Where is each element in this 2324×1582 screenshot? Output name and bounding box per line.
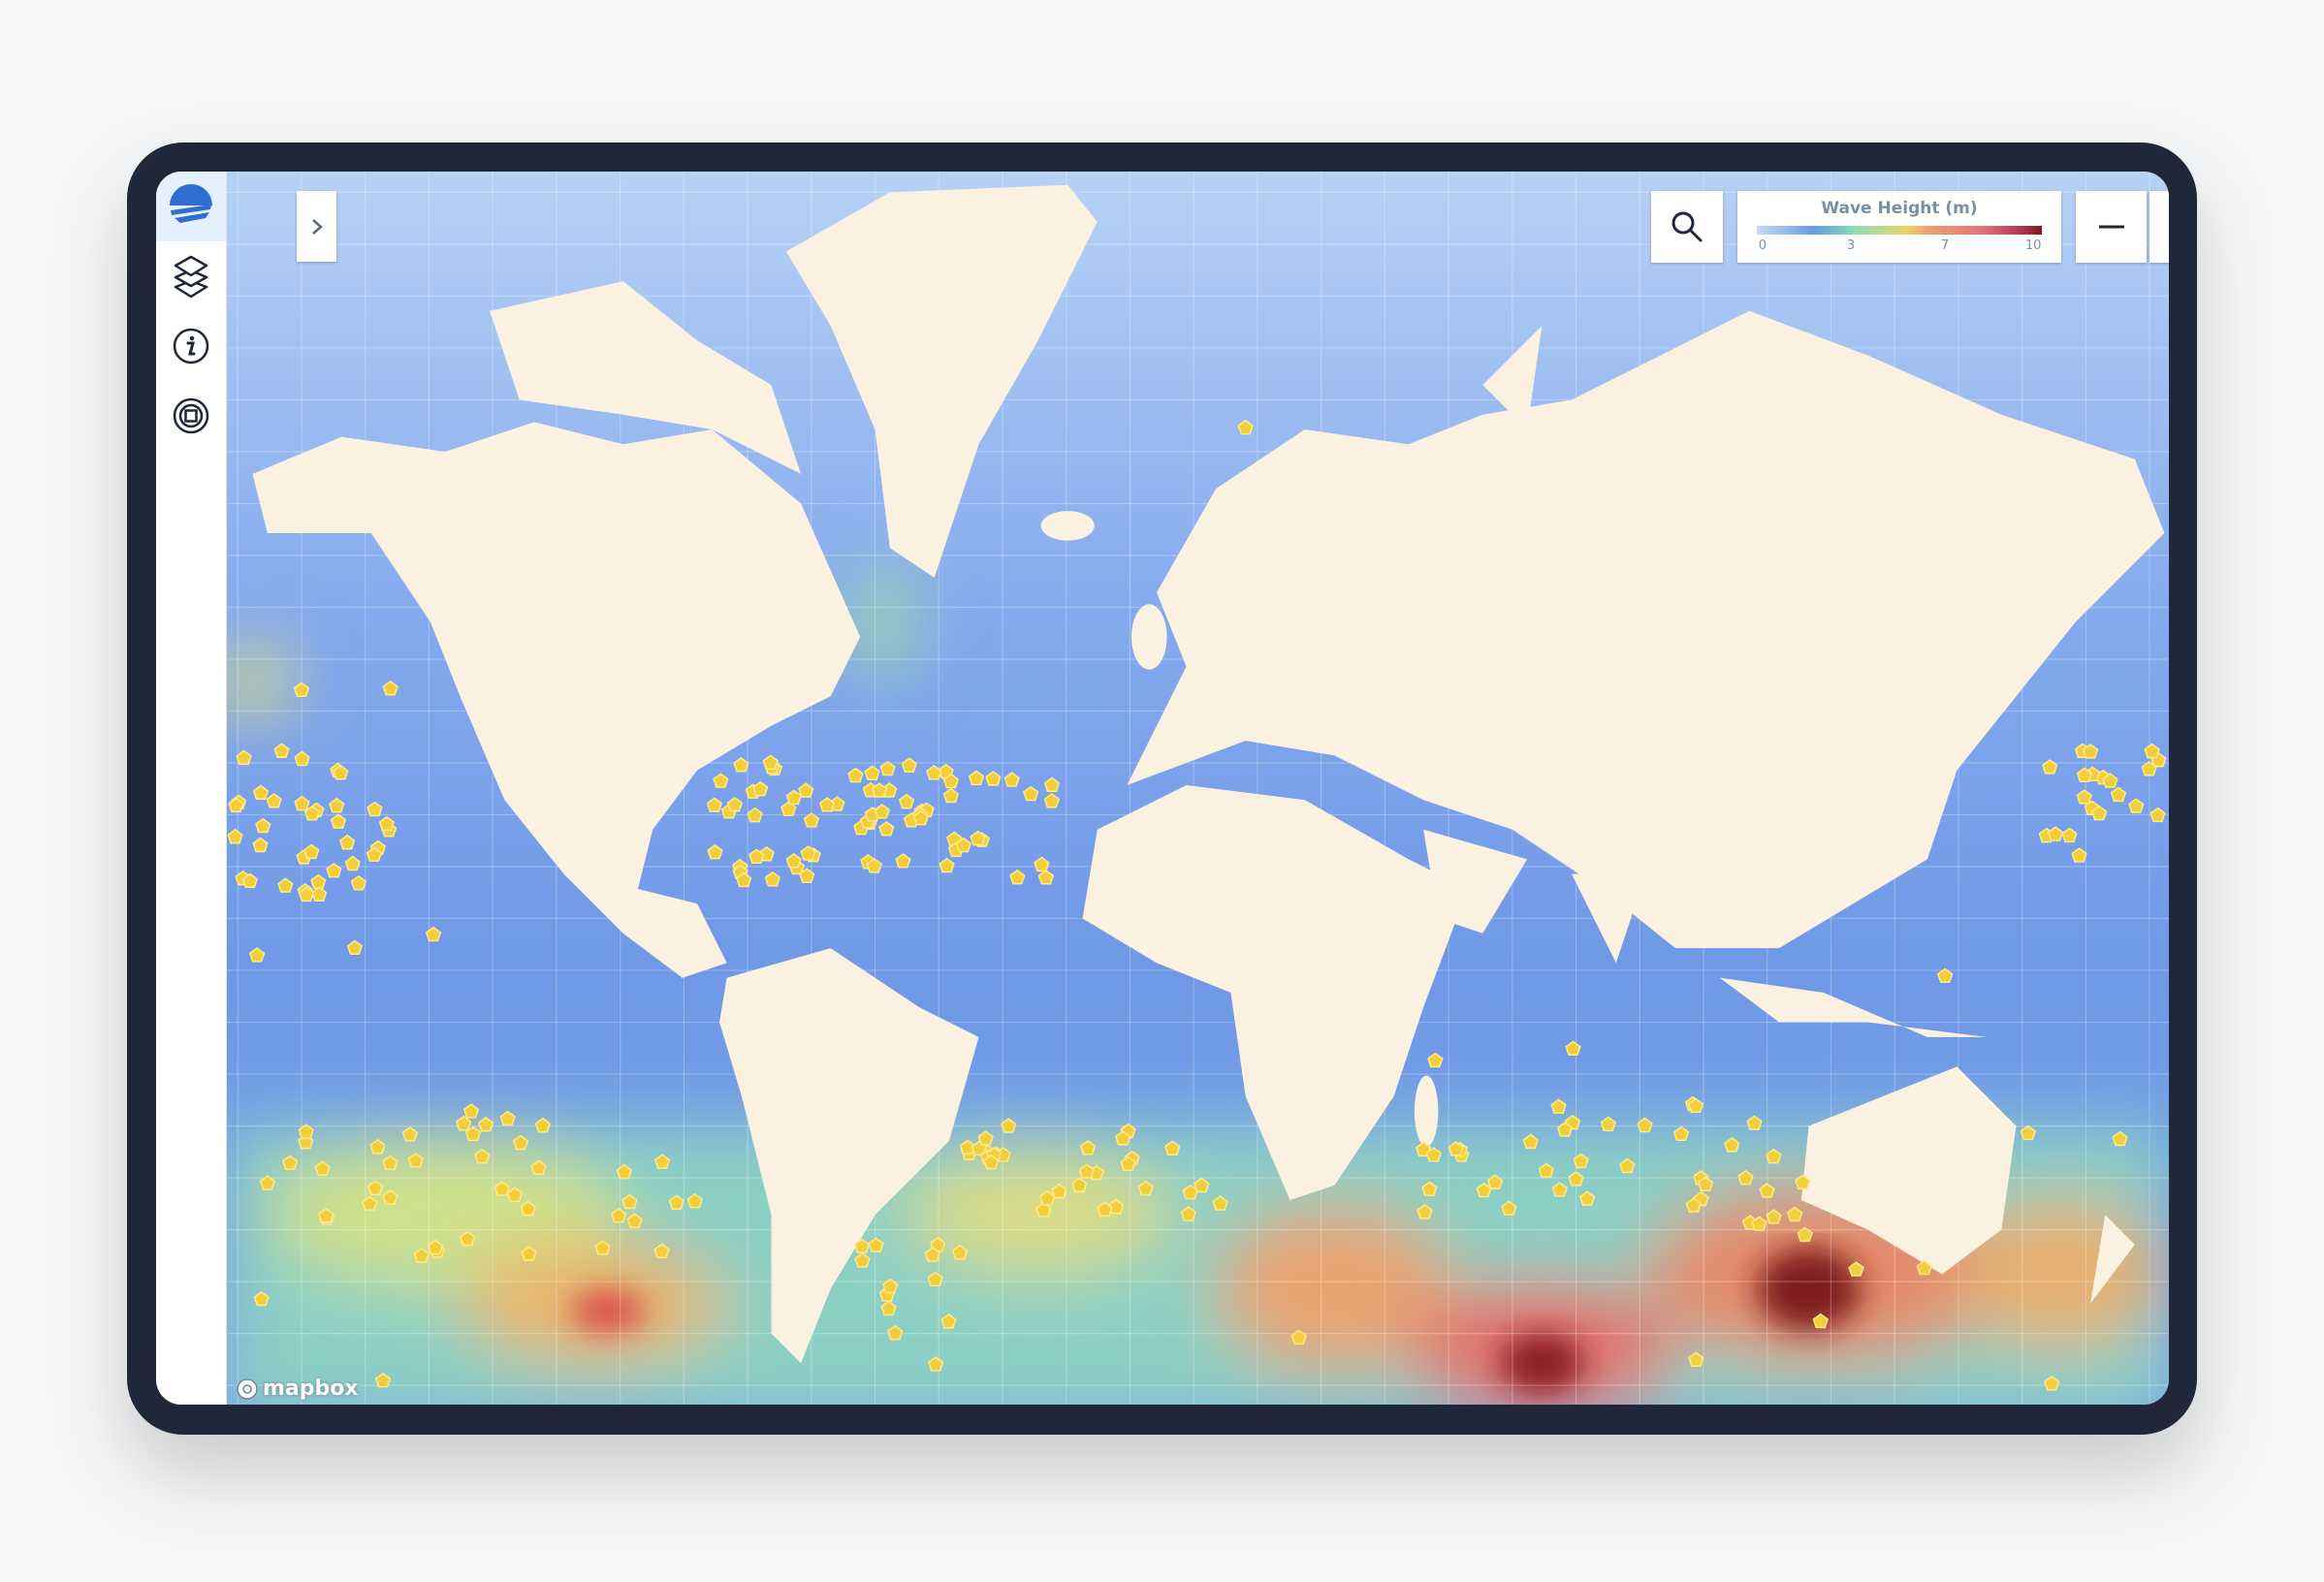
- logo-icon: [170, 184, 212, 223]
- target-icon: [173, 397, 209, 434]
- zoom-out-button[interactable]: [2076, 191, 2147, 263]
- info-icon: [173, 328, 209, 364]
- info-button[interactable]: [156, 311, 226, 381]
- legend-color-bar: [1757, 225, 2042, 235]
- app-screen: Wave Height (m) 0 3 7 10 mapbox: [156, 172, 2169, 1405]
- zoom-in-button[interactable]: [2149, 191, 2169, 263]
- layers-button[interactable]: [156, 241, 226, 311]
- search-button[interactable]: [1651, 191, 1723, 263]
- search-icon: [1671, 211, 1703, 242]
- attribution-text: mapbox: [263, 1376, 359, 1401]
- sidebar: [156, 172, 227, 1405]
- legend-ticks: 0 3 7 10: [1757, 238, 2042, 256]
- chevron-right-icon: [311, 218, 323, 235]
- target-button[interactable]: [156, 381, 226, 451]
- legend-tick: 10: [2024, 237, 2042, 253]
- map-canvas[interactable]: [226, 172, 2169, 1405]
- expand-sidebar-button[interactable]: [297, 191, 336, 262]
- wave-height-legend: Wave Height (m) 0 3 7 10: [1737, 191, 2061, 263]
- minus-icon: [2098, 225, 2124, 229]
- legend-tick: 3: [1846, 237, 1856, 253]
- app-logo[interactable]: [156, 172, 226, 241]
- mapbox-attribution[interactable]: mapbox: [236, 1376, 359, 1401]
- legend-tick: 7: [1940, 237, 1950, 253]
- layers-icon: [174, 255, 208, 299]
- legend-title: Wave Height (m): [1821, 198, 1978, 218]
- legend-tick: 0: [1758, 237, 1767, 253]
- wave-height-map[interactable]: Wave Height (m) 0 3 7 10 mapbox: [226, 172, 2169, 1405]
- mapbox-logo-icon: [237, 1377, 258, 1400]
